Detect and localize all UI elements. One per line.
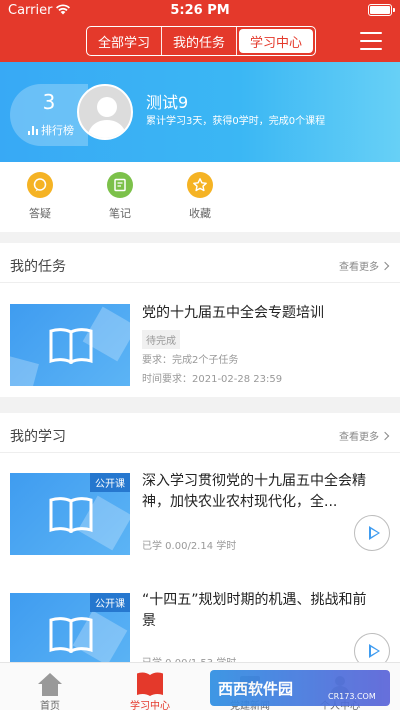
user-silhouette-icon (87, 97, 127, 138)
bar-chart-icon (28, 125, 38, 135)
status-badge: 待完成 (142, 330, 180, 349)
profile-banner: 3 排行榜 测试9 累计学习3天，获得0学时，完成0个课程 (0, 62, 400, 162)
task-requirement: 要求：完成2个子任务 (142, 355, 239, 366)
user-name: 测试9 (146, 93, 189, 112)
task-deadline: 时间要求：2021-02-28 23:59 (142, 374, 283, 385)
course-type-badge: 公开课 (90, 593, 130, 612)
book-icon (49, 617, 93, 653)
course-thumbnail: 公开课 (10, 593, 130, 663)
qa-icon (27, 172, 53, 198)
status-bar: Carrier 5:26 PM (0, 0, 400, 22)
section-title: 我的学习 (10, 429, 66, 445)
open-book-icon (110, 667, 190, 697)
my-learning-section: 我的学习 查看更多 公开课 深入学习贯彻党的十九届五中全会精神，加快农业农村现代… (0, 413, 400, 663)
play-button[interactable] (354, 633, 390, 663)
battery-icon (368, 4, 395, 16)
study-summary: 累计学习3天，获得0学时，完成0个课程 (146, 116, 326, 127)
course-title: 深入学习贯彻党的十九届五中全会精神，加快农业农村现代化，全... (142, 473, 366, 510)
rank-label: 排行榜 (41, 124, 74, 137)
course-type-badge: 公开课 (90, 473, 130, 492)
clock: 5:26 PM (170, 3, 230, 18)
home-icon (10, 667, 90, 697)
top-header: Carrier 5:26 PM 全部学习 我的任务 学习中心 (0, 0, 400, 62)
play-button[interactable] (354, 515, 390, 551)
avatar[interactable] (77, 84, 133, 140)
nav-learning-center[interactable]: 学习中心 (110, 667, 190, 710)
section-title: 我的任务 (10, 259, 66, 275)
star-icon (187, 172, 213, 198)
my-tasks-section: 我的任务 查看更多 党的十九届五中全会专题培训 待完成 要求：完成2个子任务 时… (0, 243, 400, 397)
course-title: “十四五”规划时期的机遇、挑战和前景 (142, 592, 367, 629)
favorites-button[interactable]: 收藏 (170, 172, 230, 221)
course-thumbnail: 公开课 (10, 473, 130, 555)
notes-icon (107, 172, 133, 198)
qa-button[interactable]: 答疑 (10, 172, 70, 221)
nav-home[interactable]: 首页 (10, 667, 90, 710)
watermark-logo: 西西软件园 CR173.COM (210, 670, 390, 706)
book-icon (49, 497, 93, 533)
menu-icon[interactable] (360, 32, 382, 50)
task-thumbnail (10, 304, 130, 386)
chevron-right-icon (380, 261, 390, 270)
book-icon (49, 328, 93, 364)
task-title: 党的十九届五中全会专题培训 (142, 305, 324, 321)
quick-actions: 答疑 笔记 收藏 (0, 162, 400, 232)
learning-more-link[interactable]: 查看更多 (339, 428, 390, 443)
tab-all-learning[interactable]: 全部学习 (87, 27, 162, 55)
course-progress: 已学 0.00/2.14 学时 (142, 541, 237, 552)
tab-learning-center[interactable]: 学习中心 (239, 29, 313, 53)
notes-button[interactable]: 笔记 (90, 172, 150, 221)
tab-my-tasks[interactable]: 我的任务 (162, 27, 237, 55)
tasks-more-link[interactable]: 查看更多 (339, 258, 390, 273)
segmented-tabs: 全部学习 我的任务 学习中心 (86, 26, 316, 56)
chevron-right-icon (380, 431, 390, 440)
